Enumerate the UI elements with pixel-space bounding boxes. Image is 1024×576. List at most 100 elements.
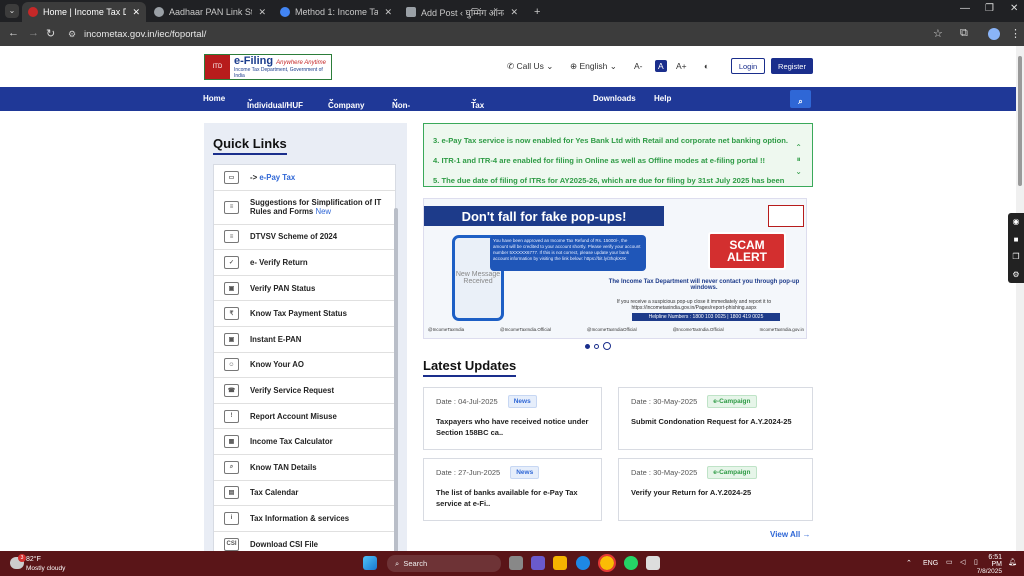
- carousel-pause-icon[interactable]: [603, 342, 611, 350]
- quick-link-tax-info[interactable]: i Tax Information & services: [214, 506, 395, 532]
- site-info-icon[interactable]: ⚙: [68, 29, 76, 40]
- bookmark-star-icon[interactable]: ☆: [933, 27, 943, 40]
- minimize-icon[interactable]: —: [960, 3, 970, 14]
- language-indicator[interactable]: ENG: [923, 560, 938, 567]
- font-normal-button[interactable]: A: [655, 60, 667, 72]
- quick-link-instant-epan[interactable]: ▣ Instant E-PAN: [214, 327, 395, 353]
- update-card[interactable]: Date : 04-Jul-2025 News Taxpayers who hav…: [423, 387, 602, 450]
- tab-method[interactable]: Method 1: Income Tax e-Filing ✕: [274, 2, 398, 22]
- nav-downloads[interactable]: Downloads: [593, 94, 636, 103]
- nav-individual[interactable]: Individual/HUF ⌄: [247, 94, 303, 110]
- quick-link-tan-details[interactable]: ⌕ Know TAN Details: [214, 455, 395, 481]
- quick-link-verify-service[interactable]: ☎ Verify Service Request: [214, 378, 395, 404]
- browser-chrome: ⌄ Home | Income Tax Department ✕ Aadhaar…: [0, 0, 1024, 46]
- tab-add-post[interactable]: Add Post ‹ घुम्मिंग ऑनलाइन सर्विस ✕: [400, 2, 524, 22]
- update-card[interactable]: Date : 27-Jun-2025 News The list of banks…: [423, 458, 602, 521]
- quick-link-suggestions[interactable]: ≡ Suggestions for Simplification of IT Ru…: [214, 191, 395, 225]
- windows-start-icon[interactable]: [363, 556, 377, 570]
- update-card[interactable]: Date : 30-May-2025 e-Campaign Submit Cond…: [618, 387, 813, 450]
- search-icon: ⌕: [395, 558, 400, 568]
- announcement-line[interactable]: 4. ITR-1 and ITR-4 are enabled for filin…: [433, 156, 812, 165]
- profile-avatar[interactable]: [988, 28, 1000, 40]
- chrome-icon[interactable]: [598, 554, 616, 572]
- nav-home[interactable]: Home: [203, 94, 225, 103]
- login-button[interactable]: Login: [731, 58, 765, 74]
- carousel-dot[interactable]: [585, 343, 590, 349]
- window-close-icon[interactable]: ✕: [1010, 3, 1018, 14]
- quick-link-everify[interactable]: ✓ e- Verify Return: [214, 250, 395, 276]
- app-icon[interactable]: [646, 556, 660, 570]
- quick-link-download-csi[interactable]: CSI Download CSI File: [214, 532, 395, 551]
- announcement-line[interactable]: 3. e-Pay Tax service is now enabled for …: [433, 136, 812, 145]
- chat-app-icon[interactable]: [531, 556, 545, 570]
- nav-tax-professionals[interactable]: Tax Professionals & Others ⌄: [471, 94, 523, 128]
- font-increase-button[interactable]: A+: [676, 61, 687, 71]
- tab-aadhaar[interactable]: Aadhaar PAN Link Status ✕: [148, 2, 272, 22]
- chevron-up-icon[interactable]: ⌃: [795, 142, 802, 154]
- efiling-logo[interactable]: ITD e-Filing Anywhere Anytime Income Tax…: [204, 54, 332, 80]
- contrast-icon[interactable]: ◐: [704, 61, 709, 71]
- task-view-icon[interactable]: [509, 556, 523, 570]
- close-icon[interactable]: ✕: [510, 7, 518, 18]
- chevron-down-icon[interactable]: ⌄: [795, 166, 802, 178]
- carousel-dot[interactable]: [594, 343, 599, 349]
- new-tab-button[interactable]: +: [528, 2, 546, 22]
- forward-icon[interactable]: →: [28, 27, 39, 39]
- whatsapp-icon[interactable]: [624, 556, 638, 570]
- maximize-icon[interactable]: ❐: [985, 3, 994, 14]
- video-icon[interactable]: ■: [1014, 235, 1019, 244]
- weather-widget[interactable]: 3 82°F Mostly cloudy: [8, 554, 88, 574]
- pause-icon[interactable]: ⏸: [795, 154, 802, 166]
- browser-menu-icon[interactable]: ⋮: [1010, 27, 1021, 40]
- quick-links-scrollbar[interactable]: [394, 208, 398, 551]
- extensions-icon[interactable]: ⧉: [960, 27, 968, 40]
- website-handle: IncomeTaxIndia.gov.in: [759, 327, 804, 332]
- payment-icon: ₹: [224, 307, 239, 321]
- file-explorer-icon[interactable]: [553, 556, 567, 570]
- url-field[interactable]: ⚙ incometax.gov.in/iec/foportal/: [62, 25, 942, 43]
- notifications-bell-icon[interactable]: 🔔︎: [1008, 558, 1017, 566]
- tab-income-tax[interactable]: Home | Income Tax Department ✕: [22, 2, 146, 22]
- network-icon[interactable]: ▭: [946, 558, 953, 566]
- edge-icon[interactable]: [576, 556, 590, 570]
- font-decrease-button[interactable]: A-: [634, 61, 643, 71]
- close-icon[interactable]: ✕: [132, 7, 140, 18]
- announcement-line[interactable]: 5. The due date of filing of ITRs for AY…: [433, 176, 812, 185]
- close-icon[interactable]: ✕: [258, 7, 266, 18]
- view-all-link[interactable]: View All →: [770, 530, 810, 539]
- camera-icon[interactable]: ◉: [1013, 217, 1020, 226]
- quick-link-know-ao[interactable]: ☺ Know Your AO: [214, 353, 395, 379]
- nav-help[interactable]: Help: [654, 94, 671, 103]
- language-select[interactable]: ⊕ English ⌄: [570, 61, 617, 72]
- quick-link-dtvsv[interactable]: ≡ DTVSV Scheme of 2024: [214, 225, 395, 251]
- copy-icon[interactable]: ❐: [1012, 252, 1019, 261]
- quick-link-tax-payment-status[interactable]: ₹ Know Tax Payment Status: [214, 301, 395, 327]
- nav-company[interactable]: Company ⌄: [328, 94, 364, 110]
- close-icon[interactable]: ✕: [384, 7, 392, 18]
- page-scrollbar-thumb[interactable]: [1018, 56, 1022, 186]
- call-us-button[interactable]: ✆ Call Us ⌄: [507, 61, 553, 72]
- quick-link-epay-tax[interactable]: ▭ -> e-Pay Tax: [214, 165, 395, 191]
- quick-link-tax-calendar[interactable]: ▤ Tax Calendar: [214, 481, 395, 507]
- nav-non-company[interactable]: Non-Company ⌄: [392, 94, 428, 119]
- settings-icon[interactable]: ⚙: [1012, 270, 1019, 279]
- volume-icon[interactable]: ◁: [960, 558, 965, 566]
- quick-link-verify-pan[interactable]: ▣ Verify PAN Status: [214, 276, 395, 302]
- scam-alert-banner[interactable]: Don't fall for fake pop-ups! New Message…: [423, 198, 807, 339]
- back-icon[interactable]: ←: [8, 27, 19, 39]
- system-tray-chevron-icon[interactable]: ⌃: [906, 559, 912, 567]
- tab-search-icon[interactable]: ⌄: [5, 4, 19, 18]
- banner-report: If you receive a suspicious pop-up close…: [616, 299, 772, 311]
- update-card[interactable]: Date : 30-May-2025 e-Campaign Verify your…: [618, 458, 813, 521]
- register-button[interactable]: Register: [771, 58, 813, 74]
- card-icon: ▭: [224, 170, 239, 184]
- taskbar-search[interactable]: ⌕ Search: [387, 555, 501, 572]
- calculator-icon: ▦: [224, 435, 239, 449]
- search-button[interactable]: ⌕: [790, 90, 811, 108]
- clock[interactable]: 6:51 PM 7/8/2025: [976, 554, 1002, 575]
- reload-icon[interactable]: ↻: [46, 27, 55, 40]
- calendar-icon: ▤: [224, 486, 239, 500]
- quick-link-report-misuse[interactable]: ! Report Account Misuse: [214, 404, 395, 430]
- csi-file-icon: CSI: [224, 537, 239, 551]
- quick-link-tax-calculator[interactable]: ▦ Income Tax Calculator: [214, 429, 395, 455]
